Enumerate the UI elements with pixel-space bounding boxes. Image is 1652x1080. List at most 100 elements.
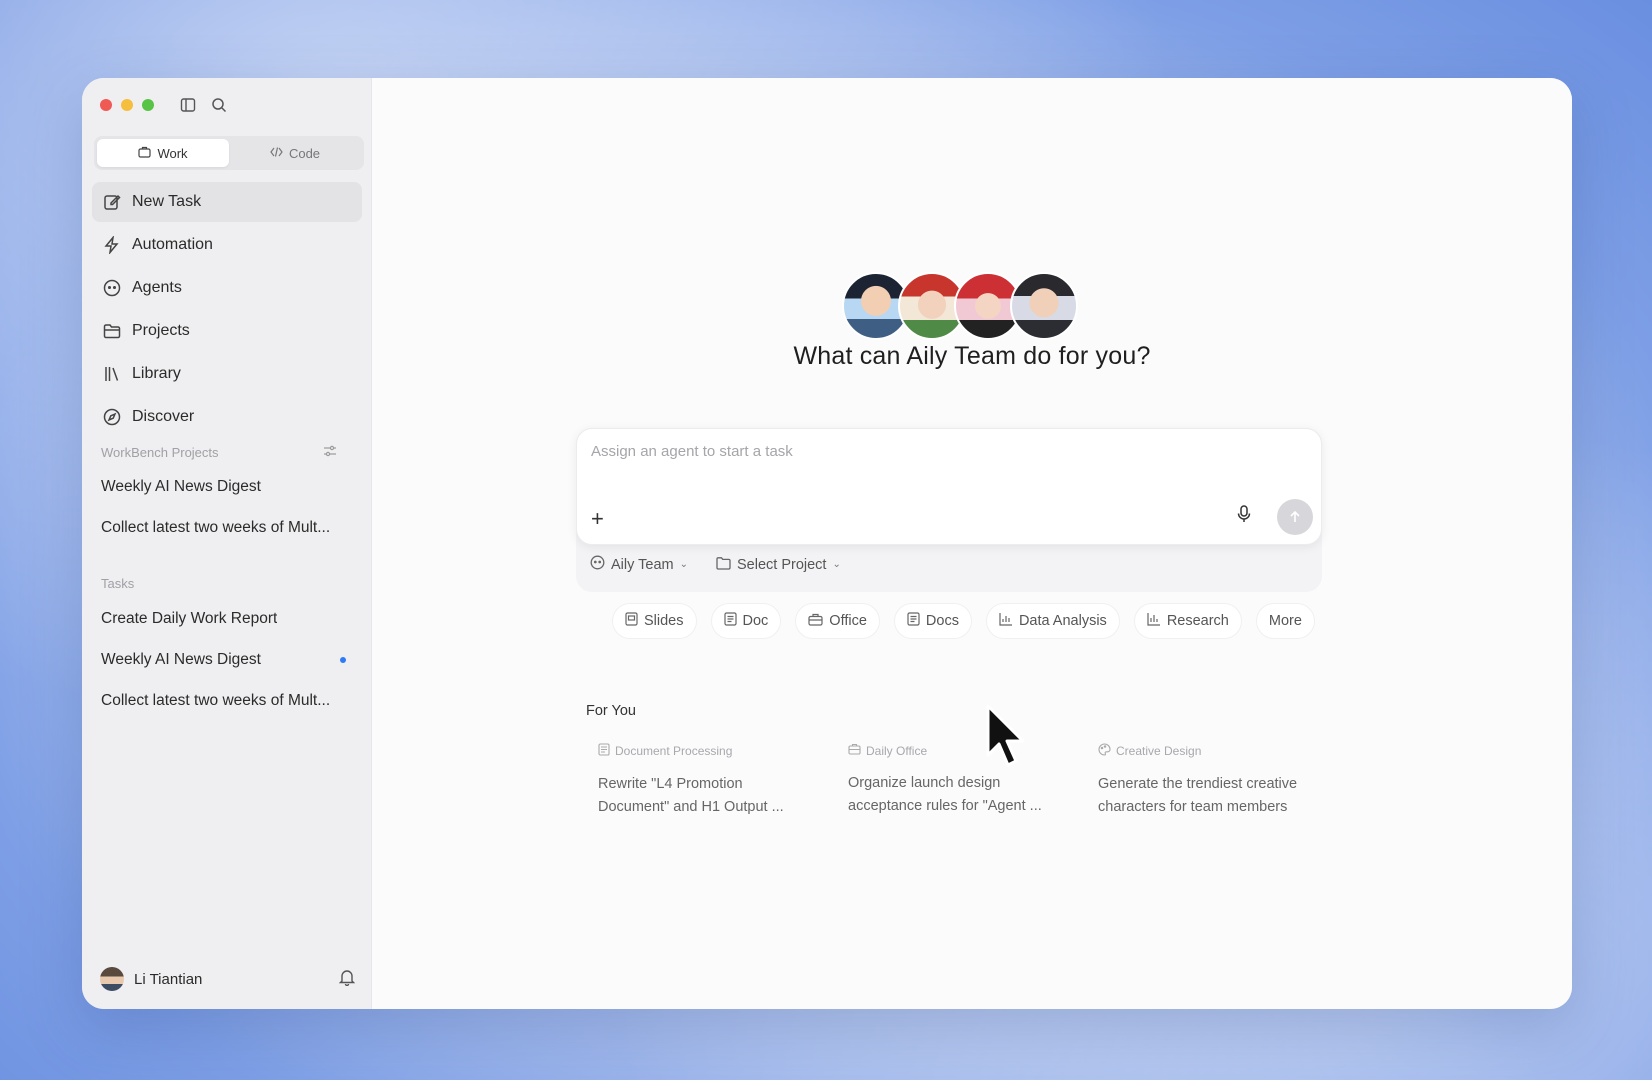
mouse-cursor-icon xyxy=(985,703,1029,774)
filter-icon[interactable] xyxy=(323,445,337,460)
suggestion-card[interactable]: Document Processing Rewrite "L4 Promotio… xyxy=(586,733,812,829)
card-category-label: Document Processing xyxy=(615,744,733,758)
nav-label: New Task xyxy=(132,193,202,210)
nav-label: Projects xyxy=(132,322,190,339)
chip-label: Doc xyxy=(742,613,769,629)
tab-work[interactable]: Work xyxy=(97,139,229,167)
minimize-window-button[interactable] xyxy=(121,99,133,111)
workbench-list: Weekly AI News Digest Collect latest two… xyxy=(92,466,362,548)
user-profile: Li Tiantian xyxy=(100,967,356,991)
document-icon xyxy=(598,743,610,759)
task-item-label: Weekly AI News Digest xyxy=(101,650,261,668)
task-item[interactable]: Weekly AI News Digest xyxy=(92,639,362,680)
microphone-icon[interactable] xyxy=(1237,505,1251,528)
team-selector[interactable]: Aily Team ⌄ xyxy=(590,555,688,574)
tab-code-label: Code xyxy=(288,145,321,161)
code-icon xyxy=(270,146,283,161)
sidebar: Work Code New Task Automation Agents Pro… xyxy=(82,78,372,1009)
briefcase-icon xyxy=(138,146,152,161)
avatar[interactable] xyxy=(100,967,124,991)
nav-automation[interactable]: Automation xyxy=(92,225,362,265)
card-text: Generate the trendiest creative characte… xyxy=(1098,776,1298,815)
card-category: Document Processing xyxy=(598,743,800,759)
task-item[interactable]: Collect latest two weeks of Mult... xyxy=(92,680,362,721)
nav-agents[interactable]: Agents xyxy=(92,268,362,308)
suggestion-cards: Document Processing Rewrite "L4 Promotio… xyxy=(586,733,1312,829)
chip-slides[interactable]: Slides xyxy=(612,603,697,639)
document-icon xyxy=(723,612,737,630)
chip-doc[interactable]: Doc xyxy=(710,603,782,639)
main-nav: New Task Automation Agents Projects Libr… xyxy=(92,182,362,440)
plus-icon[interactable]: + xyxy=(591,508,604,530)
compass-icon xyxy=(102,407,122,427)
nav-library[interactable]: Library xyxy=(92,354,362,394)
chip-label: More xyxy=(1268,613,1302,629)
edit-icon xyxy=(102,192,122,212)
composer-options: Aily Team ⌄ Select Project ⌄ xyxy=(590,555,841,574)
chip-label: Office xyxy=(829,613,867,629)
card-category-label: Daily Office xyxy=(866,743,928,758)
task-input[interactable] xyxy=(591,443,1191,460)
agent-icon xyxy=(102,278,122,298)
chip-data-analysis[interactable]: Data Analysis xyxy=(985,603,1120,639)
chip-label: Data Analysis xyxy=(1018,613,1107,629)
workbench-section-title: WorkBench Projects xyxy=(101,445,353,460)
unread-dot xyxy=(340,656,346,663)
document-icon xyxy=(907,612,920,630)
project-selector[interactable]: Select Project ⌄ xyxy=(716,555,841,574)
user-name[interactable]: Li Tiantian xyxy=(134,971,202,988)
composer-input-box: + xyxy=(576,428,1322,545)
chip-research[interactable]: Research xyxy=(1133,603,1242,639)
card-category: Creative Design xyxy=(1098,743,1300,759)
sidebar-toggle-icon[interactable] xyxy=(177,94,199,116)
team-selector-label: Aily Team xyxy=(611,556,674,573)
folder-icon xyxy=(102,321,122,341)
tasks-section-title: Tasks xyxy=(101,576,135,591)
lightning-icon xyxy=(102,235,122,255)
chip-label: Research xyxy=(1166,613,1229,629)
chip-label: Slides xyxy=(644,613,684,629)
briefcase-icon xyxy=(808,613,823,630)
team-avatars xyxy=(842,272,1078,340)
project-selector-label: Select Project xyxy=(736,556,827,573)
card-text: Organize launch design acceptance rules … xyxy=(848,775,1042,814)
workbench-item-label: Weekly AI News Digest xyxy=(101,477,261,495)
send-button[interactable] xyxy=(1277,499,1313,535)
library-icon xyxy=(102,364,122,384)
chevron-down-icon: ⌄ xyxy=(832,559,841,570)
workbench-item[interactable]: Weekly AI News Digest xyxy=(92,466,362,507)
task-item-label: Collect latest two weeks of Mult... xyxy=(101,691,331,709)
task-composer: + Aily Team ⌄ Select Project ⌄ xyxy=(576,428,1322,592)
chip-docs[interactable]: Docs xyxy=(893,603,972,639)
nav-label: Discover xyxy=(132,408,195,425)
nav-label: Library xyxy=(132,365,181,382)
chart-icon xyxy=(1147,612,1161,630)
task-item-label: Create Daily Work Report xyxy=(101,609,278,627)
workbench-title-text: WorkBench Projects xyxy=(101,445,219,460)
tab-code[interactable]: Code xyxy=(229,139,361,167)
chart-icon xyxy=(999,612,1013,630)
slides-icon xyxy=(625,612,638,630)
search-icon[interactable] xyxy=(208,94,230,116)
avatar xyxy=(1010,272,1078,340)
chip-label: Docs xyxy=(925,613,959,629)
card-text: Rewrite "L4 Promotion Document" and H1 O… xyxy=(598,776,784,815)
category-chips: Slides Doc Office Docs Data Analysis Res… xyxy=(612,603,1315,639)
bell-icon[interactable] xyxy=(338,969,356,990)
suggestion-card[interactable]: Creative Design Generate the trendiest c… xyxy=(1086,733,1312,829)
maximize-window-button[interactable] xyxy=(142,99,154,111)
workbench-item-label: Collect latest two weeks of Mult... xyxy=(101,518,331,536)
close-window-button[interactable] xyxy=(100,99,112,111)
folder-icon xyxy=(716,556,731,574)
nav-discover[interactable]: Discover xyxy=(92,397,362,437)
title-bar xyxy=(100,94,230,116)
agent-icon xyxy=(590,555,605,574)
chip-more[interactable]: More xyxy=(1255,603,1315,639)
nav-projects[interactable]: Projects xyxy=(92,311,362,351)
nav-new-task[interactable]: New Task xyxy=(92,182,362,222)
task-item[interactable]: Create Daily Work Report xyxy=(92,598,362,639)
chip-office[interactable]: Office xyxy=(795,603,880,639)
workbench-item[interactable]: Collect latest two weeks of Mult... xyxy=(92,507,362,548)
nav-label: Automation xyxy=(132,236,213,253)
briefcase-icon xyxy=(848,743,861,758)
